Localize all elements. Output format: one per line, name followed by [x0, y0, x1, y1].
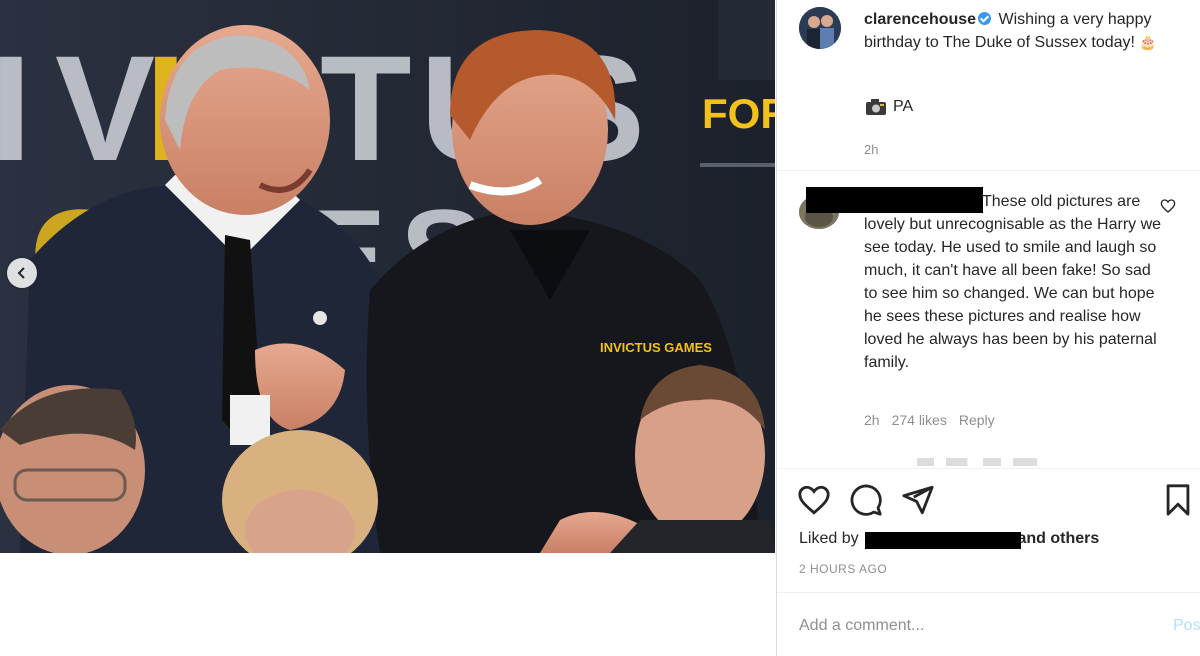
post-photo[interactable]: I V I C T U S G E S FOR	[0, 0, 775, 553]
jacket-logo: INVICTUS GAMES	[600, 340, 712, 355]
account-avatar[interactable]	[799, 7, 841, 49]
post-timestamp[interactable]: 2 HOURS AGO	[799, 562, 887, 576]
chevron-left-icon	[17, 267, 25, 279]
verified-icon	[978, 12, 992, 25]
comment-meta: 2h 274 likes Reply	[864, 412, 995, 428]
bookmark-icon[interactable]	[1161, 483, 1195, 517]
comment-body: These old pictures are lovely but unreco…	[864, 190, 1164, 374]
post-comment-button[interactable]: Post	[1173, 617, 1200, 635]
previous-photo-button[interactable]	[7, 258, 37, 288]
svg-text:V: V	[55, 24, 155, 192]
actions-divider	[777, 468, 1200, 469]
add-comment-input[interactable]	[799, 617, 1129, 635]
comment-time[interactable]: 2h	[864, 412, 880, 428]
cake-emoji: 🎂	[1139, 35, 1157, 51]
heart-icon[interactable]	[797, 483, 831, 517]
post-side-panel: clarencehouse Wishing a very happy birth…	[776, 0, 1200, 656]
comment-like-heart-icon[interactable]	[1160, 198, 1176, 214]
svg-text:T: T	[320, 24, 412, 192]
post-caption: clarencehouse Wishing a very happy birth…	[864, 8, 1184, 55]
banner-side-text: FOR	[702, 90, 775, 137]
comment-like-count[interactable]: 274 likes	[892, 412, 947, 428]
comment-icon[interactable]	[849, 483, 883, 517]
caption-time[interactable]: 2h	[864, 142, 878, 157]
comment-text: These old pictures are lovely but unreco…	[864, 193, 1162, 371]
comment-reply-link[interactable]: Reply	[959, 412, 995, 428]
redacted-liker-name	[865, 532, 1021, 549]
avatar-image	[799, 7, 841, 49]
comment-box-divider	[777, 592, 1200, 593]
photo-credit-text: PA	[893, 98, 914, 115]
post-actions	[797, 483, 1197, 519]
caption-username[interactable]: clarencehouse	[864, 11, 976, 28]
photo-illustration: I V I C T U S G E S FOR	[0, 0, 775, 553]
page-background	[0, 553, 776, 656]
liked-by-others[interactable]: and others	[1018, 530, 1100, 547]
photo-credit: PA	[865, 98, 913, 116]
faded-hidden-comment	[917, 458, 1037, 466]
liked-by-prefix: Liked by	[799, 530, 859, 547]
share-icon[interactable]	[901, 483, 935, 517]
camera-icon	[866, 99, 886, 115]
caption-divider	[777, 170, 1200, 171]
banner-letter-i: I	[0, 24, 32, 192]
